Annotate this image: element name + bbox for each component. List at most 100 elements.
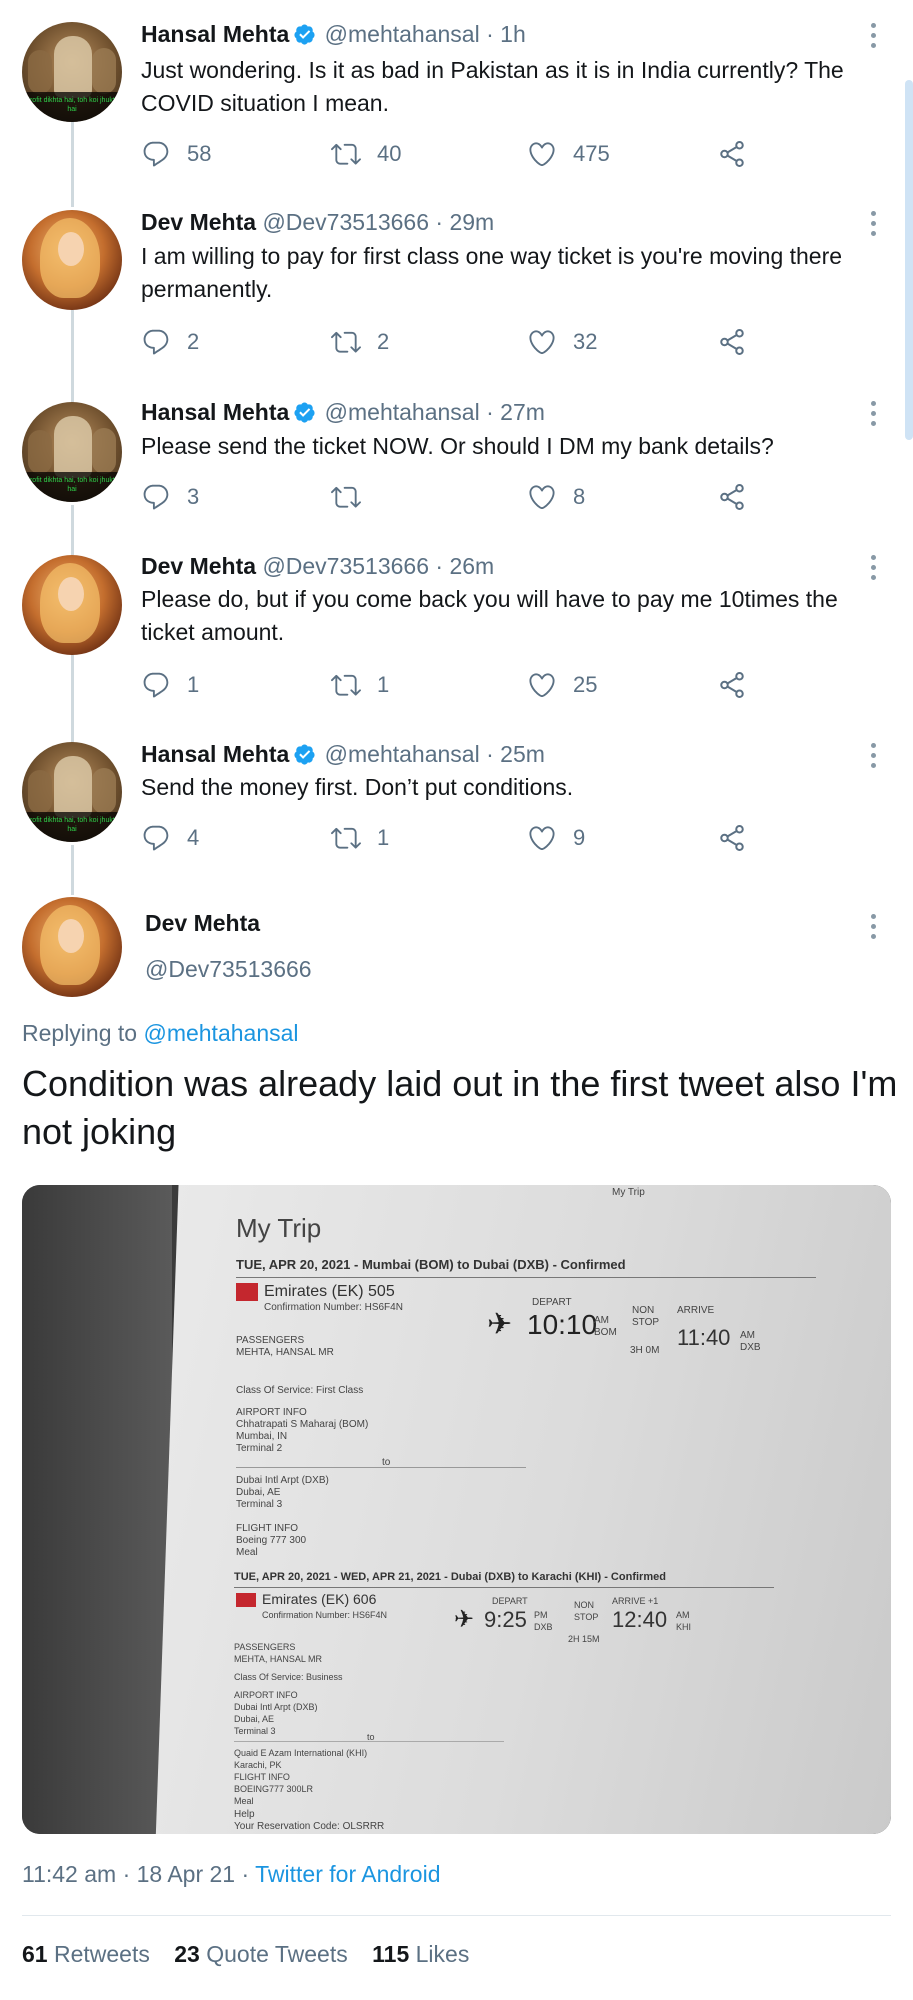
tweet-photo[interactable]: My Trip My Trip TUE, APR 20, 2021 - Mumb…: [22, 1185, 891, 1834]
avatar[interactable]: Profit dikhta hai, toh koi jhukta hai: [22, 402, 122, 502]
likes-stat[interactable]: 115 Likes: [372, 1941, 469, 1967]
like-button[interactable]: 8: [527, 480, 585, 514]
share-icon: [720, 329, 744, 355]
timestamp[interactable]: · 26m: [435, 553, 494, 579]
leg2-depart-time: 9:25: [484, 1607, 527, 1632]
avatar[interactable]: Profit dikhta hai, toh koi jhukta hai: [22, 22, 122, 122]
handle[interactable]: @mehtahansal: [325, 21, 480, 47]
display-name[interactable]: Dev Mehta: [145, 910, 260, 937]
handle[interactable]: @Dev73513666: [145, 956, 312, 983]
retweet-button[interactable]: 2: [331, 325, 389, 359]
more-vertical-icon[interactable]: [871, 555, 877, 585]
display-name[interactable]: Dev Mehta: [141, 209, 256, 235]
quote-tweets-label: Quote Tweets: [206, 1941, 348, 1967]
retweets-stat[interactable]: 61 Retweets: [22, 1941, 150, 1967]
verified-badge-icon: [294, 744, 315, 765]
like-button[interactable]: 32: [527, 325, 597, 359]
handle[interactable]: @Dev73513666: [262, 553, 429, 579]
retweet-count: 2: [377, 329, 390, 354]
tweet-actions: 3 8: [141, 480, 791, 514]
timestamp[interactable]: · 25m: [486, 741, 545, 767]
thread-line: [71, 122, 74, 207]
replying-to-link[interactable]: @mehtahansal: [143, 1020, 298, 1046]
reply-button[interactable]: 4: [141, 821, 199, 855]
tweet-text: Send the money first. Don’t put conditio…: [141, 774, 574, 800]
reply-button[interactable]: 3: [141, 480, 199, 514]
avatar[interactable]: Profit dikhta hai, toh koi jhukta hai: [22, 742, 122, 842]
reply-button[interactable]: 1: [141, 668, 199, 702]
timestamp[interactable]: · 27m: [486, 399, 545, 425]
reply-icon: [143, 484, 169, 510]
leg2-class: Class Of Service: Business: [234, 1672, 343, 1682]
leg1-header: TUE, APR 20, 2021 - Mumbai (BOM) to Duba…: [236, 1257, 626, 1272]
avatar[interactable]: [22, 210, 122, 310]
plane-icon: ✈: [487, 1308, 513, 1341]
share-icon: [720, 141, 744, 167]
tweet-actions: 2 2 32: [141, 325, 791, 359]
retweet-icon: [331, 827, 361, 849]
more-vertical-icon[interactable]: [871, 23, 877, 53]
leg2-airline: Emirates (EK) 606: [262, 1591, 377, 1607]
leg1-arrive-label: ARRIVE: [677, 1305, 715, 1316]
heart-icon: [529, 673, 555, 698]
reply-icon: [143, 141, 169, 167]
timestamp[interactable]: · 1h: [486, 21, 526, 47]
leg1-passengers: PASSENGERS MEHTA, HANSAL MR: [236, 1335, 334, 1358]
likes-count: 115: [372, 1941, 410, 1967]
handle[interactable]: @Dev73513666: [262, 209, 429, 235]
leg2-passengers: PASSENGERS MEHTA, HANSAL MR: [234, 1642, 323, 1664]
leg1-arrival-airport: Dubai Intl Arpt (DXB) Dubai, AE Terminal…: [236, 1475, 329, 1510]
reply-icon: [143, 672, 169, 698]
reply-count: 3: [187, 484, 200, 509]
leg1-airport-info: AIRPORT INFO Chhatrapati S Maharaj (BOM)…: [236, 1407, 369, 1454]
timestamp[interactable]: · 29m: [435, 209, 494, 235]
leg2-arrival-airport: Quaid E Azam International (KHI) Karachi…: [234, 1748, 368, 1770]
more-vertical-icon[interactable]: [871, 211, 877, 241]
tweet-timestamp[interactable]: 11:42 am · 18 Apr 21 ·: [22, 1861, 249, 1887]
retweet-button[interactable]: 1: [331, 821, 389, 855]
share-button[interactable]: [717, 480, 763, 514]
display-name[interactable]: Hansal Mehta: [141, 21, 289, 47]
avatar-caption: Profit dikhta hai, toh koi jhukta hai: [22, 92, 122, 122]
like-button[interactable]: 475: [527, 137, 610, 171]
leg1-depart-label: DEPART: [532, 1297, 572, 1308]
like-count: 475: [573, 141, 610, 166]
leg2-to: to: [367, 1732, 375, 1742]
reply-button[interactable]: 2: [141, 325, 199, 359]
ticket-corner-label: My Trip: [612, 1187, 645, 1198]
leg2-arrive-ampm: AM KHI: [676, 1610, 692, 1632]
retweet-button[interactable]: 40: [331, 137, 401, 171]
reply-button[interactable]: 58: [141, 137, 211, 171]
like-button[interactable]: 9: [527, 821, 585, 855]
thread-line: [71, 310, 74, 407]
avatar[interactable]: [22, 897, 122, 997]
retweet-button[interactable]: 1: [331, 668, 389, 702]
leg2-depart-ampm: PM DXB: [534, 1610, 553, 1632]
ticket-footer: Help Your Reservation Code: OLSRRR: [234, 1809, 385, 1832]
more-vertical-icon[interactable]: [871, 914, 877, 944]
leg1-confirmation: Confirmation Number: HS6F4N: [264, 1302, 403, 1313]
handle[interactable]: @mehtahansal: [325, 399, 480, 425]
handle[interactable]: @mehtahansal: [325, 741, 480, 767]
more-vertical-icon[interactable]: [871, 401, 877, 431]
display-name[interactable]: Hansal Mehta: [141, 741, 289, 767]
share-icon: [720, 484, 744, 510]
retweet-icon: [331, 143, 361, 165]
retweet-button[interactable]: [331, 480, 377, 514]
replying-to-label: Replying to: [22, 1020, 138, 1046]
share-button[interactable]: [717, 137, 763, 171]
share-button[interactable]: [717, 668, 763, 702]
thread-line: [71, 845, 74, 895]
tweet-actions: 1 1 25: [141, 668, 791, 702]
display-name[interactable]: Dev Mehta: [141, 553, 256, 579]
tweet-source-link[interactable]: Twitter for Android: [255, 1861, 440, 1887]
more-vertical-icon[interactable]: [871, 743, 877, 773]
share-button[interactable]: [717, 821, 763, 855]
quote-tweets-stat[interactable]: 23 Quote Tweets: [174, 1941, 347, 1967]
avatar[interactable]: [22, 555, 122, 655]
scrollbar-thumb[interactable]: [905, 80, 913, 440]
share-button[interactable]: [717, 325, 763, 359]
display-name[interactable]: Hansal Mehta: [141, 399, 289, 425]
verified-badge-icon: [294, 402, 315, 423]
like-button[interactable]: 25: [527, 668, 597, 702]
